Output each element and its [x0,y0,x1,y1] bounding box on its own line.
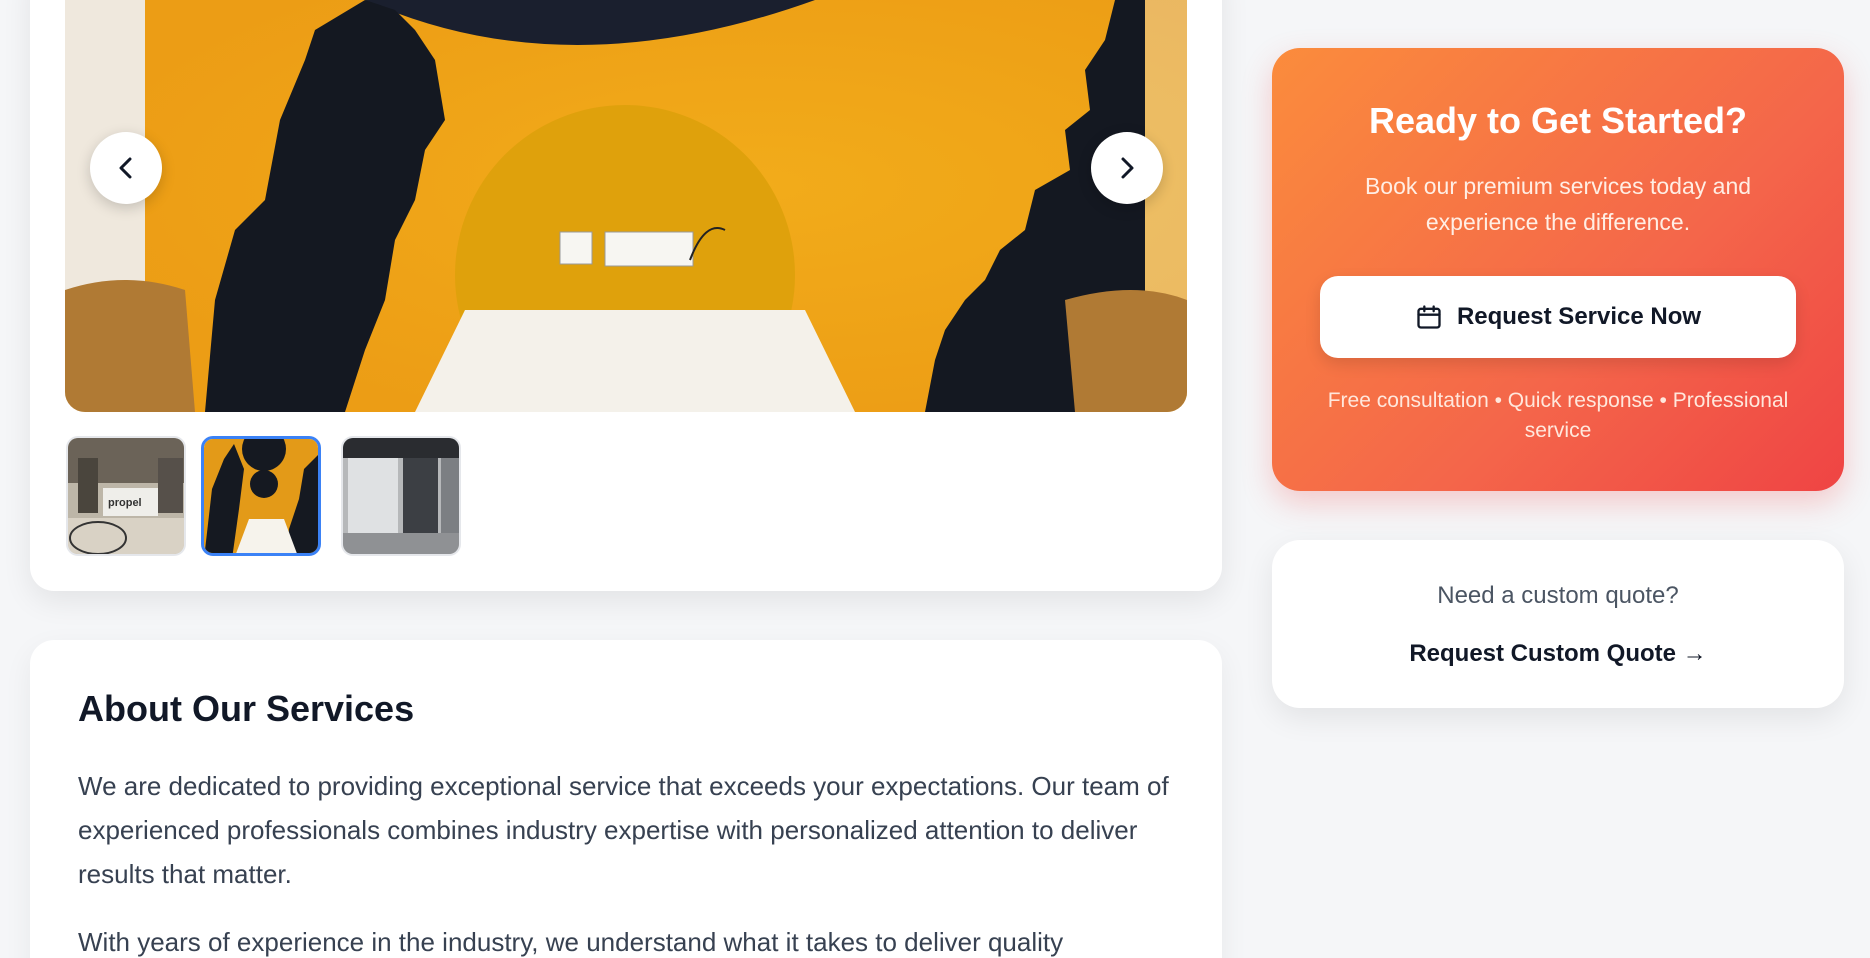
calendar-icon [1417,305,1441,329]
cta-footnote: Free consultation • Quick response • Pro… [1327,389,1789,442]
about-services-card: About Our Services We are dedicated to p… [30,640,1222,958]
request-custom-quote-link[interactable]: Request Custom Quote → [1272,640,1844,668]
corridor-thumbnail[interactable] [341,436,461,556]
chevron-left-icon [119,157,132,179]
quote-question: Need a custom quote? [1437,582,1679,609]
reception-thumbnail[interactable]: propel [66,436,186,556]
request-service-button[interactable]: Request Service Now [1320,276,1796,358]
cta-title: Ready to Get Started? [1368,100,1748,141]
about-paragraph-1: We are dedicated to providing exceptiona… [78,771,1169,889]
get-started-card: Ready to Get Started? Book our premium s… [1272,48,1844,491]
mural-room-thumbnail[interactable] [201,436,321,556]
cta-subtitle: Book our premium services today and expe… [1364,173,1752,235]
custom-quote-card: Need a custom quote? Request Custom Quot… [1272,540,1844,708]
gallery-prev-button[interactable] [90,132,162,204]
about-title: About Our Services [78,688,415,729]
request-service-label: Request Service Now [1456,303,1702,330]
reception-logo-text: propel [108,497,142,509]
gallery-main-image [65,0,1187,412]
gallery-next-button[interactable] [1091,132,1163,204]
about-paragraph-2: With years of experience in the industry… [78,927,1064,957]
chevron-right-icon [1121,157,1134,179]
